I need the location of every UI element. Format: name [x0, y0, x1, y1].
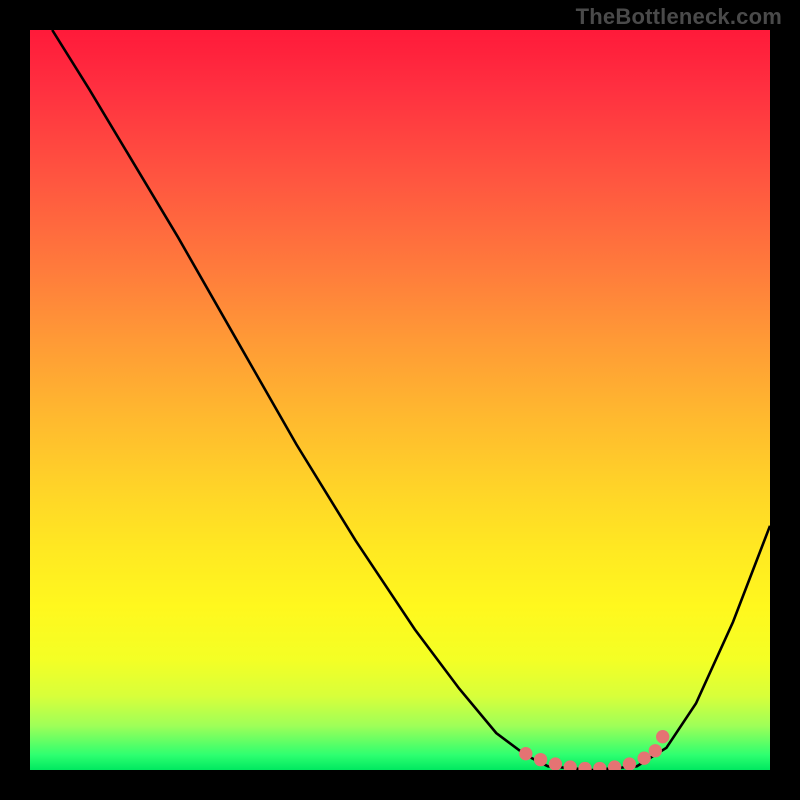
marker-dot	[638, 752, 651, 765]
marker-dot	[649, 744, 662, 757]
marker-dot	[578, 762, 591, 770]
marker-dot	[593, 762, 606, 770]
marker-dot	[549, 757, 562, 770]
marker-dot	[519, 747, 532, 760]
marker-dot	[608, 760, 621, 770]
marker-dot	[564, 760, 577, 770]
chart-svg	[30, 30, 770, 770]
marker-dot	[656, 730, 669, 743]
watermark-text: TheBottleneck.com	[576, 4, 782, 30]
plot-area	[30, 30, 770, 770]
marker-dot	[623, 757, 636, 770]
marker-dot	[534, 753, 547, 766]
bottleneck-curve	[52, 30, 770, 770]
marker-dots-group	[519, 730, 669, 770]
